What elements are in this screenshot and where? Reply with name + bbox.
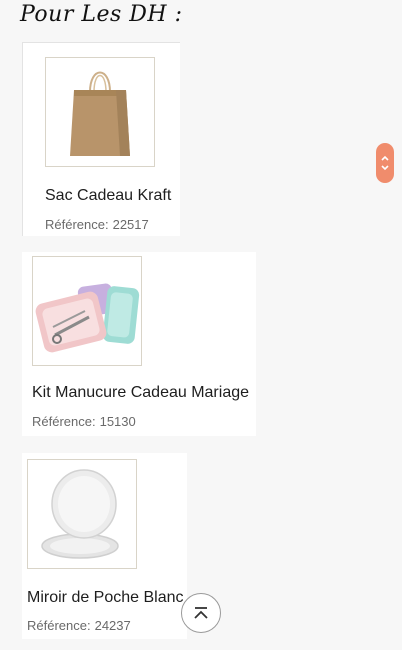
manicure-kit-icon xyxy=(35,283,140,353)
product-card[interactable]: Kit Manucure Cadeau Mariage Référence: 15… xyxy=(22,252,256,436)
chevron-up-bar-icon xyxy=(194,607,208,619)
pocket-mirror-icon xyxy=(41,469,119,559)
section-title: Pour Les DH : xyxy=(20,2,183,27)
chevron-up-icon xyxy=(381,155,389,161)
kraft-bag-icon xyxy=(70,71,130,156)
reference-value: 24237 xyxy=(94,618,131,633)
back-to-top-button[interactable] xyxy=(181,593,221,633)
reference-label: Référence: xyxy=(32,414,96,429)
product-card[interactable]: Sac Cadeau Kraft Référence: 22517 xyxy=(22,42,180,236)
product-image[interactable] xyxy=(27,459,137,569)
product-image[interactable] xyxy=(32,256,142,366)
reference-label: Référence: xyxy=(27,618,91,633)
product-reference: Référence: 24237 xyxy=(27,618,131,633)
reference-value: 22517 xyxy=(112,217,149,232)
scroll-toggle-button[interactable] xyxy=(376,143,394,183)
product-name[interactable]: Kit Manucure Cadeau Mariage xyxy=(32,384,249,402)
product-reference: Référence: 22517 xyxy=(45,217,149,232)
product-name[interactable]: Miroir de Poche Blanc xyxy=(27,589,184,607)
product-name[interactable]: Sac Cadeau Kraft xyxy=(45,187,171,205)
product-image[interactable] xyxy=(45,57,155,167)
chevron-down-icon xyxy=(381,165,389,171)
reference-label: Référence: xyxy=(45,217,109,232)
reference-value: 15130 xyxy=(99,414,136,429)
product-card[interactable]: Miroir de Poche Blanc Référence: 24237 xyxy=(22,453,187,639)
product-reference: Référence: 15130 xyxy=(32,414,136,429)
